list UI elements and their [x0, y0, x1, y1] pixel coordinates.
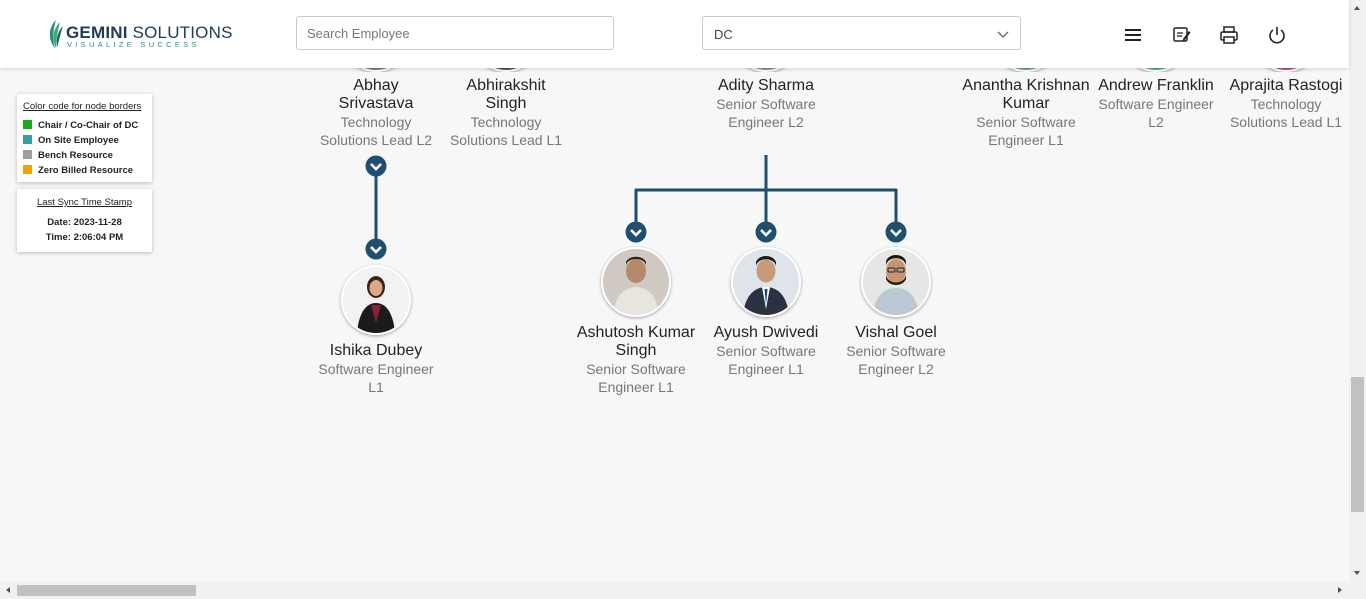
employee-name[interactable]: Adity Sharma [701, 77, 831, 95]
employee-role: Senior Software Engineer L1 [716, 343, 816, 377]
notes-icon[interactable] [1170, 24, 1192, 46]
sync-date: Date: 2023-11-28 [47, 217, 122, 228]
employee-role: Senior Software Engineer L1 [586, 361, 686, 395]
person-photo-icon [863, 249, 929, 315]
employee-name[interactable]: Vishal Goel [831, 324, 961, 342]
employee-role: Technology Solutions Lead L1 [449, 114, 563, 148]
avatar[interactable] [341, 265, 411, 335]
person-photo-icon [733, 249, 799, 315]
chevron-down-icon[interactable] [885, 221, 907, 243]
employee-role: Technology Solutions Lead L2 [319, 114, 433, 148]
person-photo-icon [343, 267, 409, 333]
employee-role: Senior Software Engineer L2 [846, 343, 946, 377]
horizontal-scroll-thumb[interactable] [17, 585, 196, 596]
power-icon[interactable] [1266, 24, 1288, 46]
employee-role: Software Engineer L1 [318, 361, 434, 395]
print-icon[interactable] [1218, 24, 1240, 46]
legend-title: Color code for node borders [23, 101, 142, 112]
legend-item-chair: Chair / Co-Chair of DC [23, 120, 138, 131]
department-select[interactable]: DC [702, 16, 1021, 50]
scroll-left-icon[interactable] [6, 587, 10, 593]
avatar[interactable] [601, 247, 671, 317]
employee-name[interactable]: Anantha Krishnan Kumar [961, 77, 1091, 113]
employee-role: Senior Software Engineer L2 [716, 96, 816, 130]
employee-name[interactable]: Andrew Franklin [1091, 77, 1221, 95]
chevron-down-icon[interactable] [755, 221, 777, 243]
scrollbar-corner [1349, 582, 1366, 599]
employee-name[interactable]: Ishika Dubey [316, 342, 436, 360]
legend-swatch [23, 150, 32, 159]
chevron-down-icon[interactable] [625, 221, 647, 243]
scroll-right-icon[interactable] [1338, 587, 1342, 593]
sync-title: Last Sync Time Stamp [36, 197, 133, 208]
horizontal-scrollbar[interactable] [0, 582, 1349, 599]
scroll-down-icon[interactable] [1354, 571, 1360, 575]
employee-name[interactable]: Abhirakshit Singh [446, 77, 566, 113]
employee-name[interactable]: Aprajita Rastogi [1224, 77, 1348, 95]
leaf-logo-icon [49, 20, 63, 48]
employee-name[interactable]: Ayush Dwivedi [701, 324, 831, 342]
app-header: GEMINI SOLUTIONS VISUALIZE SUCCESS DC [0, 0, 1349, 68]
avatar[interactable] [861, 247, 931, 317]
chevron-down-icon [997, 31, 1009, 38]
person-photo-icon [603, 249, 669, 315]
department-select-value: DC [714, 27, 733, 42]
legend-item-bench: Bench Resource [23, 150, 113, 161]
gemini-logo[interactable]: GEMINI SOLUTIONS VISUALIZE SUCCESS [46, 16, 232, 52]
legend-swatch [23, 120, 32, 129]
sync-time: Time: 2:06:04 PM [45, 232, 124, 243]
sync-timestamp-panel: Last Sync Time Stamp Date: 2023-11-28 Ti… [17, 189, 152, 252]
legend-swatch [23, 165, 32, 174]
collapse-toggle-icon[interactable] [365, 155, 387, 177]
chevron-down-icon[interactable] [365, 238, 387, 260]
employee-name[interactable]: Abhay Srivastava [316, 77, 436, 113]
border-color-legend: Color code for node borders Chair / Co-C… [17, 94, 152, 182]
employee-role: Senior Software Engineer L1 [976, 114, 1076, 148]
legend-swatch [23, 135, 32, 144]
legend-item-onsite: On Site Employee [23, 135, 119, 146]
avatar[interactable] [731, 247, 801, 317]
employee-name[interactable]: Ashutosh Kumar Singh [571, 324, 701, 360]
search-employee-input[interactable] [296, 16, 614, 50]
scroll-up-icon[interactable] [1354, 6, 1360, 10]
vertical-scroll-thumb[interactable] [1351, 377, 1364, 512]
legend-item-zero-billed: Zero Billed Resource [23, 165, 133, 176]
employee-role: Technology Solutions Lead L1 [1229, 96, 1343, 130]
vertical-scrollbar[interactable] [1349, 0, 1366, 582]
logo-tagline: VISUALIZE SUCCESS [67, 40, 200, 49]
menu-icon[interactable] [1122, 24, 1144, 46]
employee-role: Software Engineer L2 [1098, 96, 1214, 130]
